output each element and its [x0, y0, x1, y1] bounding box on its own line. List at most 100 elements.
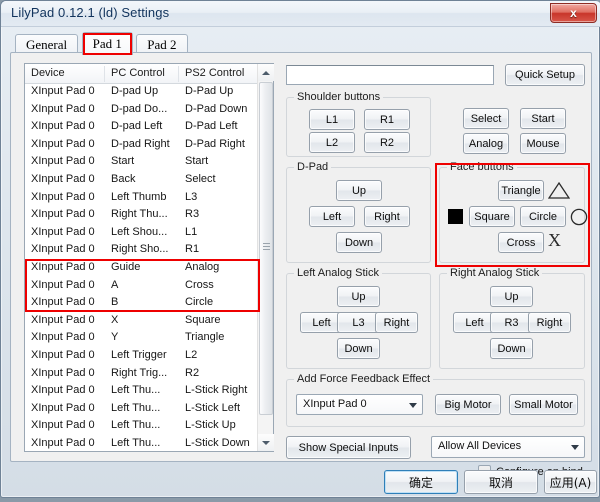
- bind-button-r2[interactable]: R2: [364, 132, 410, 153]
- table-row[interactable]: XInput Pad 0 D-pad Up D-Pad Up: [25, 84, 259, 102]
- table-row[interactable]: XInput Pad 0 Right Trig... R2: [25, 366, 259, 384]
- left-analog-stick-group: Left Analog Stick Up Left L3 Right Down: [286, 267, 431, 369]
- big-motor-button[interactable]: Big Motor: [435, 394, 501, 415]
- table-cell: L-Stick Down: [185, 436, 250, 449]
- table-row[interactable]: XInput Pad 0 Y Triangle: [25, 330, 259, 348]
- force-feedback-device-select[interactable]: XInput Pad 0: [296, 394, 423, 415]
- table-row[interactable]: XInput Pad 0 Left Shou... L1: [25, 225, 259, 243]
- table-cell: XInput Pad 0: [31, 243, 95, 256]
- bind-button-rstick-right[interactable]: Right: [528, 312, 571, 333]
- table-row[interactable]: XInput Pad 0 D-pad Right D-Pad Right: [25, 137, 259, 155]
- table-row[interactable]: XInput Pad 0 Left Thu... L-Stick Right: [25, 383, 259, 401]
- table-cell: L-Stick Right: [185, 384, 248, 397]
- table-cell: Y: [111, 331, 119, 344]
- bind-button-rstick-up[interactable]: Up: [490, 286, 533, 307]
- tab-pad1[interactable]: Pad 1: [81, 32, 133, 55]
- bind-button-r1[interactable]: R1: [364, 109, 410, 130]
- settings-window: LilyPad 0.12.1 (ld) Settings x General P…: [0, 0, 600, 498]
- pad-config-pane: Quick Setup Shoulder buttons L1 R1 L2 R2…: [283, 61, 590, 478]
- table-cell: XInput Pad 0: [31, 155, 95, 168]
- bind-button-analog[interactable]: Analog: [463, 133, 509, 154]
- bind-button-r3[interactable]: R3: [490, 312, 533, 333]
- bind-button-select[interactable]: Select: [463, 108, 509, 129]
- table-cell: XInput Pad 0: [31, 137, 95, 150]
- bind-button-triangle[interactable]: Triangle: [498, 180, 544, 201]
- apply-button[interactable]: 应用(A): [544, 470, 597, 494]
- chevron-down-icon: [409, 402, 417, 408]
- table-cell: Right Sho...: [111, 243, 169, 256]
- table-row[interactable]: XInput Pad 0 Back Select: [25, 172, 259, 190]
- table-cell: Left Thu...: [111, 384, 161, 397]
- table-row[interactable]: XInput Pad 0 Guide Analog: [25, 260, 259, 278]
- bind-button-start[interactable]: Start: [520, 108, 566, 129]
- table-cell: XInput Pad 0: [31, 172, 95, 185]
- table-row[interactable]: XInput Pad 0 Left Thu... L-Stick Left: [25, 401, 259, 419]
- table-row[interactable]: XInput Pad 0 D-pad Left D-Pad Left: [25, 119, 259, 137]
- bind-button-lstick-down[interactable]: Down: [337, 338, 380, 359]
- table-row[interactable]: XInput Pad 0 X Square: [25, 313, 259, 331]
- bind-button-lstick-up[interactable]: Up: [337, 286, 380, 307]
- table-row[interactable]: XInput Pad 0 B Circle: [25, 295, 259, 313]
- binding-status-field[interactable]: [286, 65, 494, 85]
- table-cell: XInput Pad 0: [31, 296, 95, 309]
- bindings-rows: XInput Pad 0 D-pad Up D-Pad Up XInput Pad 0…: [25, 84, 259, 452]
- face-buttons-group: Face buttons Triangle Square Circle Cros…: [439, 161, 588, 263]
- table-cell: XInput Pad 0: [31, 278, 95, 291]
- quick-setup-button[interactable]: Quick Setup: [505, 64, 585, 86]
- bind-button-l1[interactable]: L1: [309, 109, 355, 130]
- scrollbar-thumb[interactable]: [259, 82, 273, 415]
- device-filter-select[interactable]: Allow All Devices: [431, 436, 585, 458]
- ok-button[interactable]: 确定: [384, 470, 458, 494]
- bind-button-l3[interactable]: L3: [337, 312, 380, 333]
- bindings-scrollbar[interactable]: [257, 64, 274, 451]
- bind-button-lstick-right[interactable]: Right: [375, 312, 418, 333]
- bind-button-l2[interactable]: L2: [309, 132, 355, 153]
- bindings-list-header: Device PC Control PS2 Control: [25, 64, 273, 84]
- table-row[interactable]: XInput Pad 0 D-pad Do... D-Pad Down: [25, 102, 259, 120]
- table-row[interactable]: XInput Pad 0 Left Trigger L2: [25, 348, 259, 366]
- bind-button-dpad-left[interactable]: Left: [309, 206, 355, 227]
- table-cell: XInput Pad 0: [31, 401, 95, 414]
- bind-button-rstick-down[interactable]: Down: [490, 338, 533, 359]
- table-row[interactable]: XInput Pad 0 Right Sho... R1: [25, 242, 259, 260]
- cancel-button[interactable]: 取消: [464, 470, 538, 494]
- bind-button-cross[interactable]: Cross: [498, 232, 544, 253]
- bind-button-dpad-up[interactable]: Up: [336, 180, 382, 201]
- bind-button-dpad-down[interactable]: Down: [336, 232, 382, 253]
- show-special-inputs-button[interactable]: Show Special Inputs: [286, 436, 411, 459]
- table-row[interactable]: XInput Pad 0 Right Thu... R3: [25, 207, 259, 225]
- table-cell: XInput Pad 0: [31, 331, 95, 344]
- tab-strip: General Pad 1 Pad 2: [15, 32, 188, 55]
- table-row[interactable]: XInput Pad 0 Left Thu... L-Stick Down: [25, 436, 259, 452]
- square-icon: [448, 209, 463, 224]
- shoulder-group-title: Shoulder buttons: [294, 91, 384, 103]
- table-row[interactable]: XInput Pad 0 Left Thumb L3: [25, 190, 259, 208]
- bind-button-circle[interactable]: Circle: [520, 206, 566, 227]
- table-row[interactable]: XInput Pad 0 Left Thu... L-Stick Up: [25, 418, 259, 436]
- table-cell: Left Thu...: [111, 436, 161, 449]
- dialog-footer: 确定 取消 应用(A): [1, 463, 600, 499]
- close-button[interactable]: x: [550, 3, 597, 23]
- scroll-up-arrow-icon[interactable]: [258, 64, 274, 81]
- table-cell: XInput Pad 0: [31, 436, 95, 449]
- force-feedback-device-value: XInput Pad 0: [303, 398, 367, 410]
- bind-button-dpad-right[interactable]: Right: [364, 206, 410, 227]
- table-cell: XInput Pad 0: [31, 190, 95, 203]
- column-header-device: Device: [31, 67, 65, 79]
- table-row[interactable]: XInput Pad 0 Start Start: [25, 154, 259, 172]
- bind-button-square[interactable]: Square: [469, 206, 515, 227]
- table-row[interactable]: XInput Pad 0 A Cross: [25, 278, 259, 296]
- table-cell: Right Thu...: [111, 208, 168, 221]
- table-cell: XInput Pad 0: [31, 366, 95, 379]
- scroll-down-arrow-icon[interactable]: [258, 434, 274, 451]
- window-title: LilyPad 0.12.1 (ld) Settings: [11, 5, 170, 20]
- table-cell: Circle: [185, 296, 214, 309]
- table-cell: Left Thumb: [111, 190, 167, 203]
- table-cell: R2: [185, 366, 200, 379]
- bind-button-mouse[interactable]: Mouse: [520, 133, 566, 154]
- tab-general-label: General: [26, 37, 68, 52]
- table-cell: Start: [111, 155, 135, 168]
- table-cell: L-Stick Left: [185, 401, 241, 414]
- bindings-list[interactable]: Device PC Control PS2 Control XInput Pad…: [24, 63, 274, 452]
- small-motor-button[interactable]: Small Motor: [509, 394, 578, 415]
